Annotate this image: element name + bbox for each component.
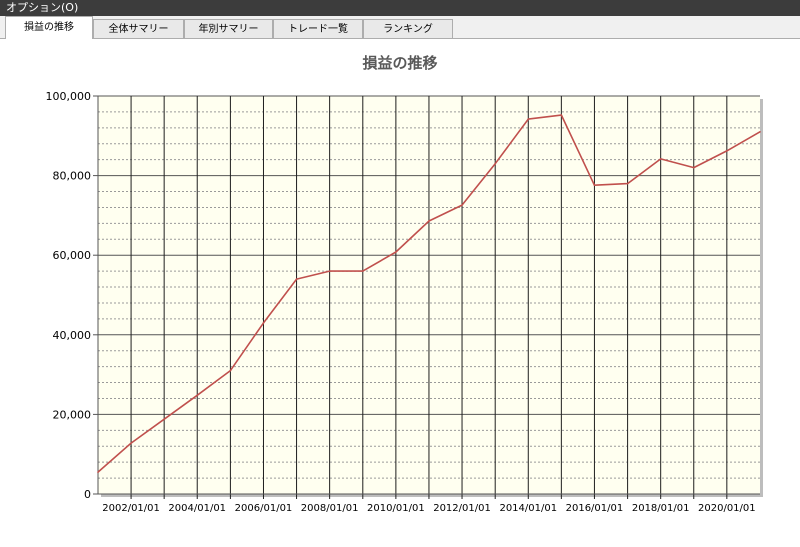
data-point — [759, 131, 761, 133]
data-point — [593, 184, 596, 186]
y-tick-label: 20,000 — [53, 408, 92, 421]
y-tick-label: 60,000 — [53, 249, 92, 262]
data-point — [130, 442, 132, 444]
y-tick-label: 40,000 — [53, 329, 92, 342]
data-point — [560, 114, 563, 116]
data-point — [196, 394, 199, 397]
tab-ranking[interactable]: ランキング — [363, 19, 453, 38]
x-tick-label: 2020/01/01 — [698, 503, 756, 514]
x-tick-label: 2018/01/01 — [632, 503, 690, 514]
x-tick-label: 2008/01/01 — [301, 503, 359, 514]
data-point — [295, 278, 298, 280]
data-point — [97, 471, 99, 473]
y-tick-label: 100,000 — [46, 90, 92, 103]
x-tick-label: 2016/01/01 — [566, 503, 624, 514]
pl-chart: 損益の推移 0 20,000 40,000 60,000 80,000 100,000 20… — [46, 54, 763, 514]
tab-yearly-summary[interactable]: 年別サマリー — [184, 19, 273, 38]
data-point — [726, 150, 728, 152]
data-point — [659, 158, 662, 160]
menu-bar: オプション(O) — [0, 0, 800, 16]
data-point — [362, 270, 364, 272]
x-tick-label: 2006/01/01 — [235, 503, 293, 514]
data-point — [262, 322, 265, 324]
data-point — [328, 270, 331, 272]
data-point — [428, 220, 430, 222]
y-tick-label: 0 — [84, 488, 91, 501]
data-point — [494, 162, 497, 165]
x-tick-label: 2004/01/01 — [168, 503, 226, 514]
menu-options[interactable]: オプション(O) — [6, 1, 78, 15]
tab-pl-trend[interactable]: 損益の推移 — [5, 16, 93, 39]
x-tick-label: 2010/01/01 — [367, 503, 425, 514]
data-point — [229, 369, 232, 372]
data-point — [395, 251, 397, 253]
tab-overall-summary[interactable]: 全体サマリー — [93, 19, 184, 38]
chart-panel: 損益の推移 0 20,000 40,000 60,000 80,000 100,000 20… — [0, 38, 800, 547]
data-point — [626, 182, 629, 185]
tab-trade-list[interactable]: トレード一覧 — [273, 19, 363, 38]
chart-title: 損益の推移 — [362, 54, 437, 72]
x-tick-label: 2014/01/01 — [499, 503, 557, 514]
data-point — [461, 204, 463, 206]
data-point — [527, 118, 530, 120]
data-point — [692, 166, 695, 169]
x-tick-label: 2012/01/01 — [433, 503, 491, 514]
data-point — [163, 418, 165, 420]
y-tick-label: 80,000 — [53, 170, 92, 183]
x-tick-label: 2002/01/01 — [102, 503, 160, 514]
